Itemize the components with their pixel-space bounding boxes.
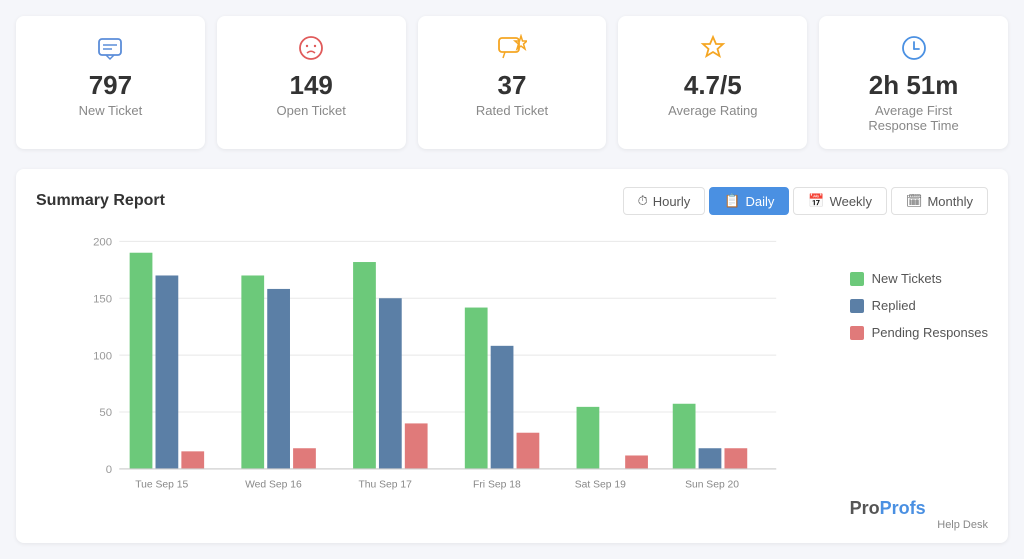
- bar: [267, 289, 290, 469]
- tab-daily[interactable]: 📋 Daily: [709, 187, 789, 215]
- logo-pro: Pro: [850, 498, 880, 518]
- report-section: Summary Report ⏱ Hourly 📋 Daily 📅 Weekly…: [16, 169, 1008, 543]
- chart-area: 200 150 100 50 0 Tue Sep 15: [36, 231, 834, 531]
- avg-rating-number: 4.7/5: [684, 70, 742, 101]
- tab-daily-label: Daily: [745, 194, 774, 209]
- hourly-icon: ⏱: [638, 193, 648, 209]
- bar: [181, 452, 204, 470]
- bar: [130, 253, 153, 469]
- svg-text:150: 150: [93, 294, 112, 306]
- bar: [465, 308, 488, 469]
- legend-dot-pending: [850, 326, 864, 340]
- tab-monthly-label: Monthly: [927, 194, 973, 209]
- avg-response-number: 2h 51m: [869, 70, 959, 101]
- monthly-icon: 🗓: [906, 193, 923, 209]
- logo-sub: Help Desk: [850, 519, 988, 531]
- svg-text:100: 100: [93, 350, 112, 362]
- tab-hourly-label: Hourly: [653, 194, 691, 209]
- svg-text:Thu Sep 17: Thu Sep 17: [358, 480, 412, 491]
- bar: [625, 456, 648, 469]
- stat-card-avg-rating: 4.7/5 Average Rating: [618, 16, 807, 149]
- bar: [379, 298, 402, 469]
- tab-monthly[interactable]: 🗓 Monthly: [891, 187, 988, 215]
- chat-icon: [96, 32, 124, 64]
- tab-weekly[interactable]: 📅 Weekly: [793, 187, 887, 215]
- legend-dot-new-tickets: [850, 272, 864, 286]
- bar: [517, 433, 540, 469]
- rated-ticket-label: Rated Ticket: [476, 103, 548, 118]
- tab-weekly-label: Weekly: [830, 194, 872, 209]
- bar: [293, 448, 316, 469]
- bar-chart: 200 150 100 50 0 Tue Sep 15: [36, 231, 834, 531]
- svg-text:50: 50: [99, 407, 112, 419]
- stat-card-avg-response: 2h 51m Average FirstResponse Time: [819, 16, 1008, 149]
- clock-icon: [900, 32, 928, 64]
- logo-area: ProProfs Help Desk: [850, 438, 988, 531]
- stat-card-new-ticket: 797 New Ticket: [16, 16, 205, 149]
- bar: [241, 276, 264, 469]
- svg-text:200: 200: [93, 237, 112, 249]
- new-ticket-label: New Ticket: [79, 103, 143, 118]
- chart-legend: New Tickets Replied Pending Responses Pr…: [850, 231, 988, 531]
- bar: [405, 424, 428, 470]
- legend-new-tickets: New Tickets: [850, 271, 988, 286]
- open-ticket-number: 149: [290, 70, 333, 101]
- new-ticket-number: 797: [89, 70, 132, 101]
- tab-hourly[interactable]: ⏱ Hourly: [623, 187, 706, 215]
- svg-text:Sun Sep 20: Sun Sep 20: [685, 480, 739, 491]
- svg-text:Fri Sep 18: Fri Sep 18: [473, 480, 521, 491]
- tab-group: ⏱ Hourly 📋 Daily 📅 Weekly 🗓 Monthly: [623, 187, 988, 215]
- logo-profs: Profs: [880, 498, 926, 518]
- svg-text:Tue Sep 15: Tue Sep 15: [135, 480, 188, 491]
- bar: [673, 404, 696, 469]
- bar: [491, 346, 514, 469]
- stat-card-rated-ticket: 37 Rated Ticket: [418, 16, 607, 149]
- logo: ProProfs: [850, 498, 988, 519]
- stat-card-open-ticket: 149 Open Ticket: [217, 16, 406, 149]
- svg-text:Sat Sep 19: Sat Sep 19: [575, 480, 626, 491]
- stats-row: 797 New Ticket 149 Open Ticket 37 Rated …: [16, 16, 1008, 149]
- weekly-icon: 📅: [808, 193, 824, 209]
- legend-pending: Pending Responses: [850, 325, 988, 340]
- sad-icon: [297, 32, 325, 64]
- legend-label-new-tickets: New Tickets: [872, 271, 942, 286]
- legend-label-pending: Pending Responses: [872, 325, 988, 340]
- open-ticket-label: Open Ticket: [277, 103, 346, 118]
- avg-rating-label: Average Rating: [668, 103, 757, 118]
- avg-response-label: Average FirstResponse Time: [868, 103, 958, 133]
- chart-container: 200 150 100 50 0 Tue Sep 15: [36, 231, 988, 531]
- bar: [577, 407, 600, 469]
- bar: [353, 262, 376, 469]
- report-title: Summary Report: [36, 192, 165, 210]
- bar: [699, 448, 722, 469]
- rated-ticket-number: 37: [498, 70, 527, 101]
- chat-star-icon: [497, 32, 527, 64]
- bar: [724, 448, 747, 469]
- legend-label-replied: Replied: [872, 298, 916, 313]
- report-header: Summary Report ⏱ Hourly 📋 Daily 📅 Weekly…: [36, 187, 988, 215]
- bar: [156, 276, 179, 469]
- star-icon: [699, 32, 727, 64]
- svg-text:0: 0: [106, 464, 112, 476]
- svg-text:Wed Sep 16: Wed Sep 16: [245, 480, 302, 491]
- legend-replied: Replied: [850, 298, 988, 313]
- daily-icon: 📋: [724, 193, 740, 209]
- legend-dot-replied: [850, 299, 864, 313]
